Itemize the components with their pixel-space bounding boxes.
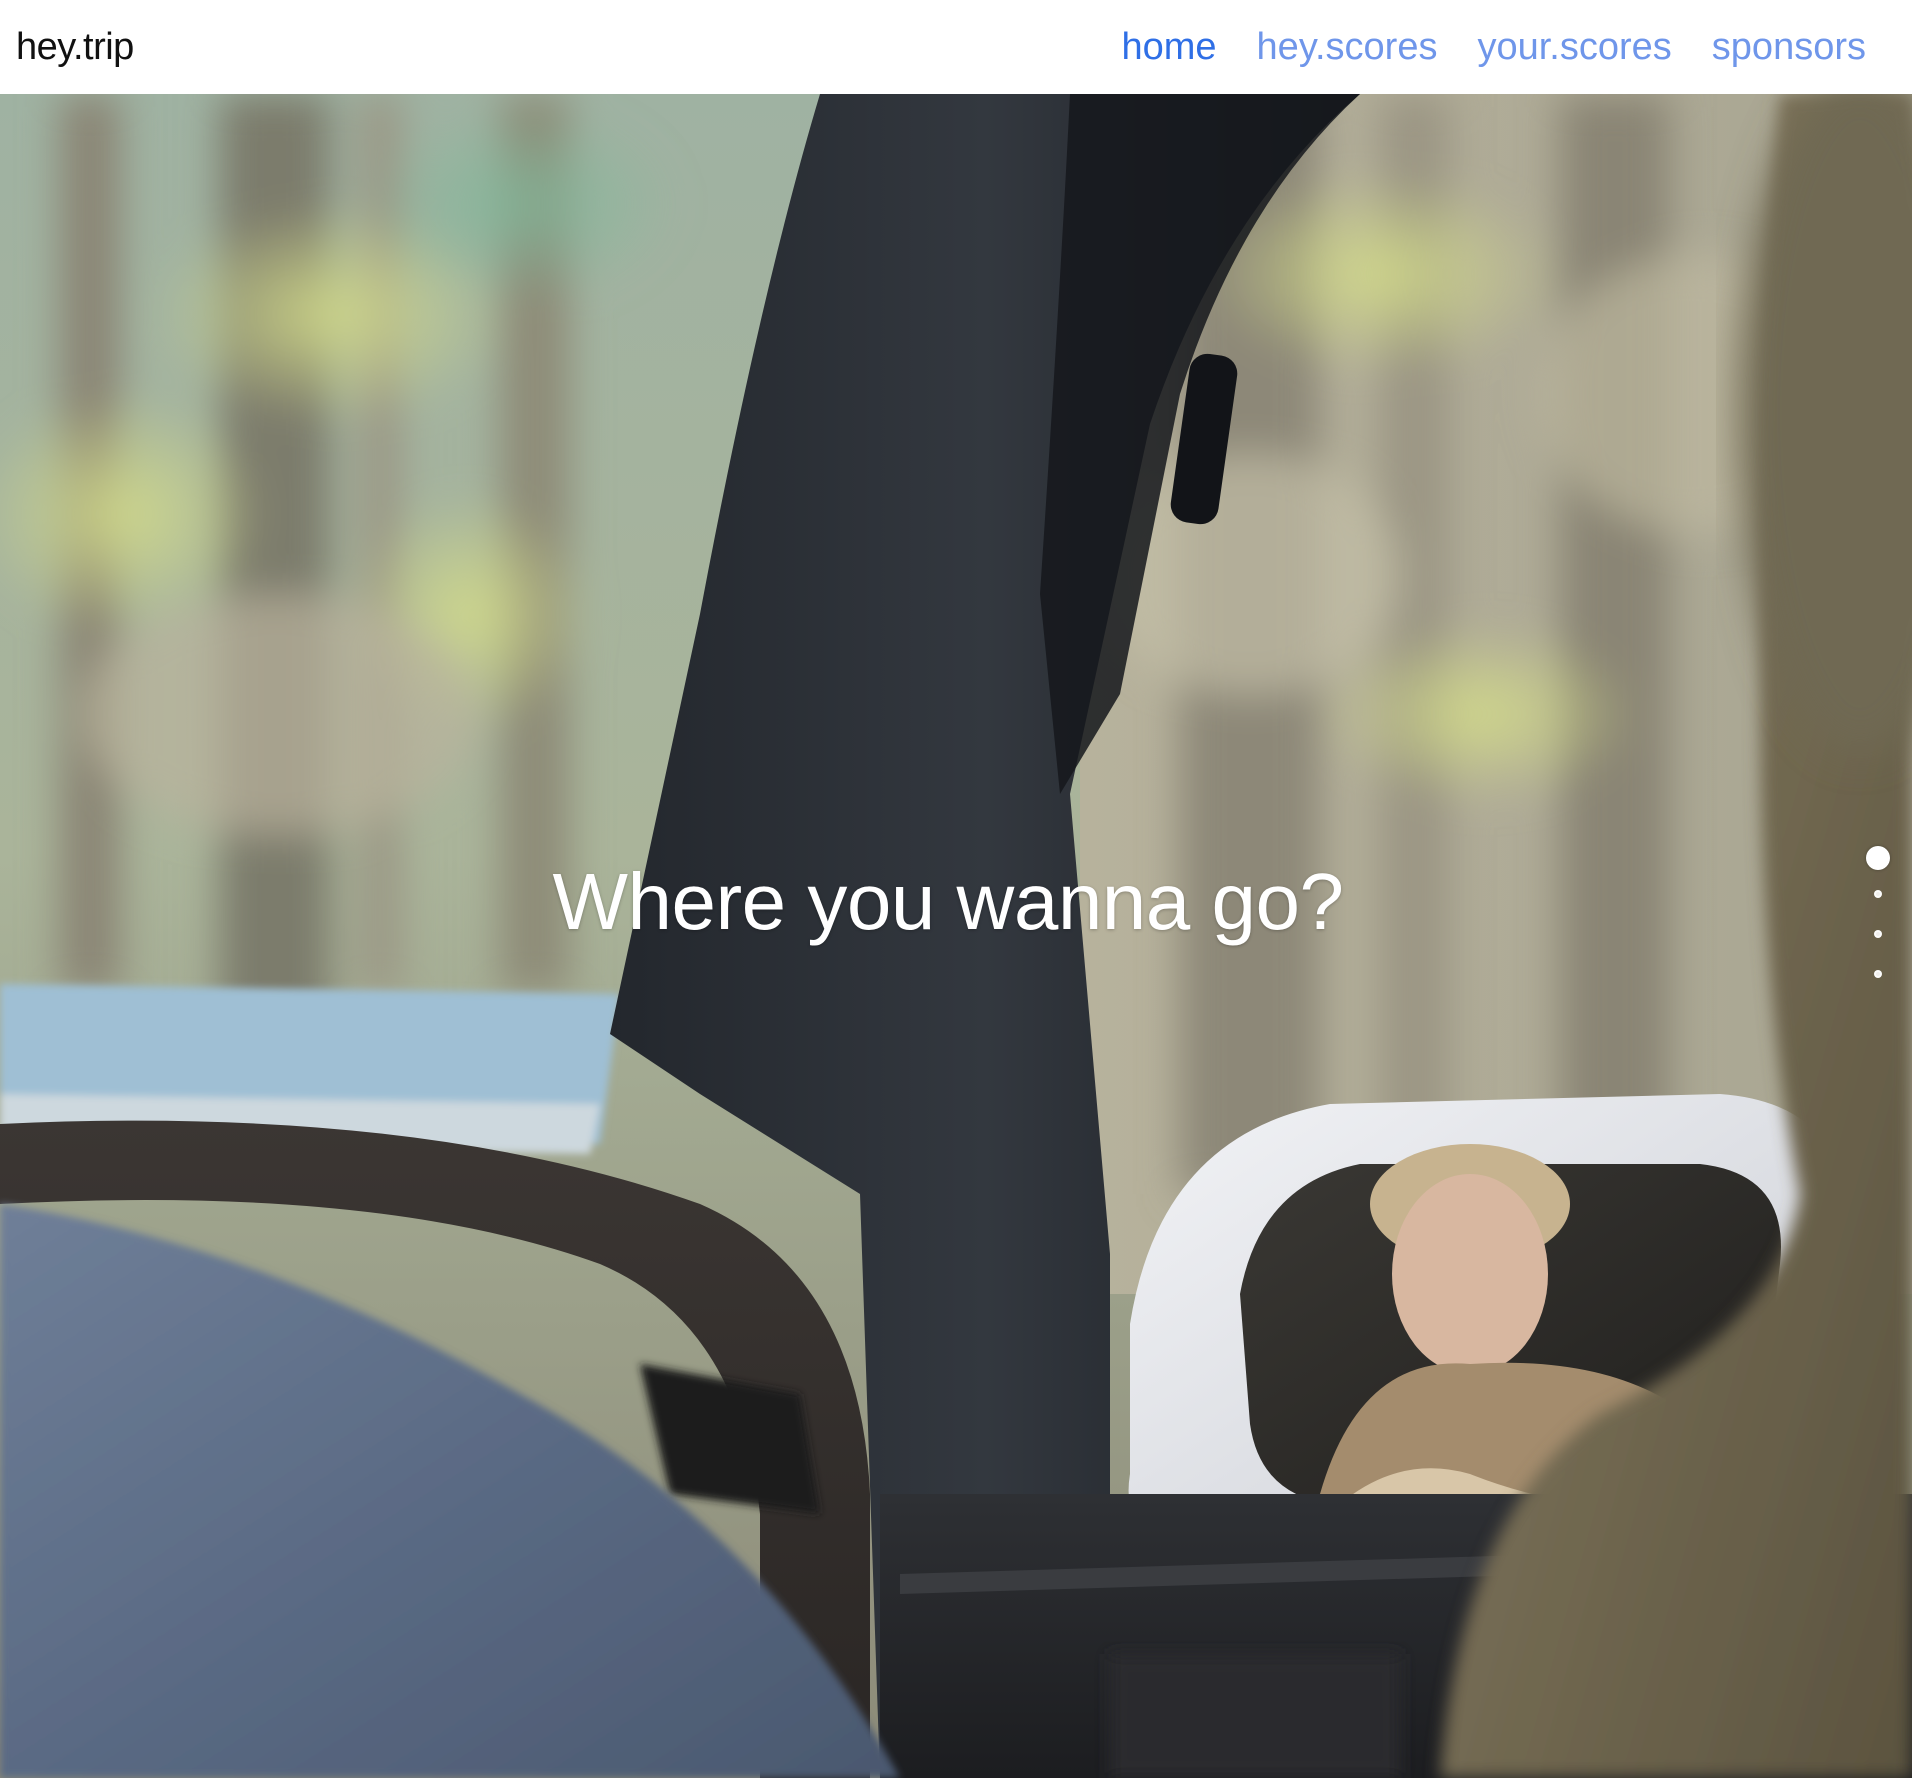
page: hey.trip home hey.scores your.scores spo… bbox=[0, 0, 1912, 1778]
brand-logo[interactable]: hey.trip bbox=[16, 26, 134, 69]
slide-dot-3[interactable] bbox=[1874, 930, 1882, 938]
nav-link-sponsors[interactable]: sponsors bbox=[1712, 26, 1866, 69]
hero-section: Where you wanna go? bbox=[0, 94, 1912, 1778]
hero-headline: Where you wanna go? bbox=[552, 857, 1344, 946]
nav-link-home[interactable]: home bbox=[1121, 26, 1216, 69]
main-nav: home hey.scores your.scores sponsors bbox=[1121, 26, 1866, 69]
top-navbar: hey.trip home hey.scores your.scores spo… bbox=[0, 0, 1912, 94]
slide-dot-1[interactable] bbox=[1866, 846, 1890, 870]
slide-dot-2[interactable] bbox=[1874, 890, 1882, 898]
slide-indicator bbox=[1864, 846, 1892, 996]
nav-link-your-scores[interactable]: your.scores bbox=[1477, 26, 1671, 69]
slide-dot-4[interactable] bbox=[1874, 970, 1882, 978]
nav-link-hey-scores[interactable]: hey.scores bbox=[1257, 26, 1438, 69]
